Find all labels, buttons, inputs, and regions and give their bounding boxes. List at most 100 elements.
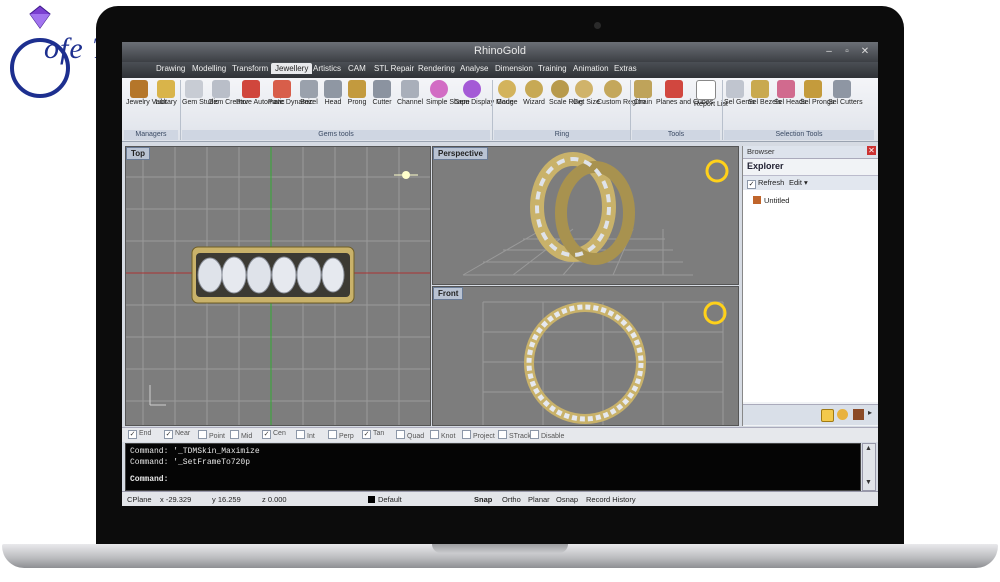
gauge-button[interactable]: Gauge (495, 80, 519, 107)
group-label-selection-tools: Selection Tools (724, 130, 874, 140)
pave-automatic-button[interactable]: Pave Automatic (236, 80, 285, 107)
library-panel-icon[interactable] (853, 409, 864, 420)
osnap-mid[interactable]: Mid (230, 430, 252, 440)
menu-transform[interactable]: Transform (232, 64, 268, 73)
viewport-label-perspective[interactable]: Perspective (433, 147, 488, 160)
maximize-button[interactable]: ▫ (840, 45, 854, 58)
sel-heads-button[interactable]: Sel Heads (774, 80, 806, 107)
osnap-disable[interactable]: Disable (530, 430, 564, 440)
bezel-button[interactable]: Bezel (298, 80, 320, 107)
command-area[interactable]: Command: '_TDMSkin_Maximize Command: '_S… (125, 443, 861, 491)
gem-studio-button[interactable]: Gem Studio (182, 80, 219, 107)
viewport-perspective[interactable]: Perspective (432, 146, 739, 285)
checkbox-icon: ✓ (164, 430, 173, 439)
viewport-label-front[interactable]: Front (433, 287, 464, 300)
document-icon (753, 196, 761, 204)
menu-extras[interactable]: Extras (614, 64, 637, 73)
sel-prongs-button[interactable]: Sel Prongs (800, 80, 834, 107)
gem-display-mode-button[interactable]: Gem Display Mode (454, 80, 514, 107)
snapshot-icon[interactable] (821, 409, 834, 422)
browser-title: Browser (747, 147, 775, 156)
cutter-button[interactable]: Cutter (370, 80, 394, 107)
sel-bezels-button[interactable]: Sel Bezels (748, 80, 781, 107)
custom-region-icon (604, 80, 622, 98)
channel-button[interactable]: Channel (396, 80, 424, 107)
osnap-near[interactable]: ✓ Near (164, 430, 190, 439)
group-label-gems-tools: Gems tools (182, 130, 490, 140)
status-snap[interactable]: Snap (474, 495, 492, 504)
tree-item-untitled[interactable]: Untitled (753, 196, 789, 205)
command-prompt[interactable]: Command: (130, 475, 168, 484)
menu-dimension[interactable]: Dimension (495, 64, 533, 73)
material-icon[interactable] (837, 409, 848, 420)
osnap-knot[interactable]: Knot (430, 430, 455, 440)
browser-footer: ▸ (743, 404, 878, 425)
command-scrollbar[interactable]: ▲ ▼ (862, 443, 876, 491)
head-button[interactable]: Head (322, 80, 344, 107)
menu-animation[interactable]: Animation (573, 64, 609, 73)
browser-close-icon[interactable]: ✕ (867, 146, 876, 155)
status-planar[interactable]: Planar (528, 495, 550, 504)
planes-and-cubes-button[interactable]: Planes and Cubes (656, 80, 713, 107)
sel-gems-button[interactable]: Sel Gems (724, 80, 755, 107)
prong-button[interactable]: Prong (346, 80, 368, 107)
osnap-project[interactable]: Project (462, 430, 495, 440)
scroll-up-icon[interactable]: ▲ (865, 445, 872, 452)
scroll-down-icon[interactable]: ▼ (865, 479, 872, 486)
menu-drawing[interactable]: Drawing (156, 64, 185, 73)
osnap-perp[interactable]: Perp (328, 430, 354, 440)
minimize-button[interactable]: – (822, 45, 836, 58)
get-size-button[interactable]: Get Size (573, 80, 600, 107)
status-record-history[interactable]: Record History (586, 495, 636, 504)
osnap-int[interactable]: Int (296, 430, 315, 440)
edit-dropdown[interactable]: Edit ▾ (789, 178, 808, 187)
pave-dynamic-icon (273, 80, 291, 98)
simple-shape-button[interactable]: Simple Shape (426, 80, 470, 107)
osnap-strack[interactable]: STrack (498, 430, 531, 440)
menu-jewellery[interactable]: Jewellery (271, 63, 313, 74)
planes-and-cubes-icon (665, 80, 683, 98)
explorer-tree: Untitled (743, 190, 878, 402)
osnap-end[interactable]: ✓ End (128, 430, 151, 439)
custom-region-button[interactable]: Custom Region (597, 80, 645, 107)
ring-gizmo-icon (705, 159, 729, 183)
jewelry-vault-button[interactable]: Jewelry Vault (126, 80, 167, 107)
footer-chevron-icon[interactable]: ▸ (868, 408, 872, 417)
status-ortho[interactable]: Ortho (502, 495, 521, 504)
osnap-quad[interactable]: Quad (396, 430, 424, 440)
refresh-checkbox[interactable]: ✓ Refresh (747, 178, 784, 189)
menu-analyse[interactable]: Analyse (460, 64, 488, 73)
viewport-label-top[interactable]: Top (126, 147, 151, 160)
library-button[interactable]: Library (154, 80, 178, 107)
checkbox-icon (396, 430, 405, 439)
menu-modelling[interactable]: Modelling (192, 64, 226, 73)
report-list-icon (696, 80, 716, 100)
osnap-cen[interactable]: ✓ Cen (262, 430, 286, 439)
osnap-tan[interactable]: ✓ Tan (362, 430, 384, 439)
viewport-top[interactable]: Top (125, 146, 431, 426)
menu-stl-repair[interactable]: STL Repair (374, 64, 414, 73)
axis-icon (149, 385, 166, 406)
pave-dynamic-button[interactable]: Pave Dynamic (268, 80, 313, 107)
prong-icon (348, 80, 366, 98)
osnap-point[interactable]: Point (198, 430, 225, 440)
sel-cutters-button[interactable]: Sel Cutters (828, 80, 863, 107)
menu-rendering[interactable]: Rendering (418, 64, 455, 73)
wizard-button[interactable]: Wizard (521, 80, 547, 107)
checkbox-icon (462, 430, 471, 439)
status-osnap[interactable]: Osnap (556, 495, 578, 504)
status-layer[interactable]: Default (368, 495, 402, 504)
report-list-button[interactable]: Report List (694, 80, 728, 109)
app-title: RhinoGold (474, 45, 526, 57)
menu-training[interactable]: Training (538, 64, 567, 73)
close-button[interactable]: ✕ (858, 45, 872, 58)
checkbox-icon (498, 430, 507, 439)
menu-artistics[interactable]: Artistics (313, 64, 341, 73)
sel-gems-icon (726, 80, 744, 98)
gem-creator-button[interactable]: Gem Creator (208, 80, 248, 107)
viewport-front[interactable]: Front (432, 286, 739, 426)
chain-button[interactable]: Chain (632, 80, 654, 107)
menu-cam[interactable]: CAM (348, 64, 366, 73)
sel-cutters-icon (833, 80, 851, 98)
scale-ring-button[interactable]: Scale Ring (549, 80, 583, 107)
